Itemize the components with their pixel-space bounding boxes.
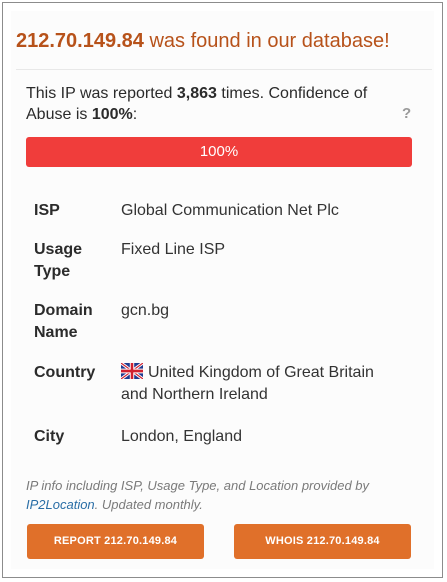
info-label: ISP — [34, 202, 60, 219]
country-name: United Kingdom of Great Britain and Nort… — [121, 364, 374, 403]
note-prefix: IP info including ISP, Usage Type, and L… — [26, 478, 370, 493]
report-ip-button[interactable]: REPORT 212.70.149.84 — [27, 524, 204, 559]
headline-suffix: was found in our database! — [143, 30, 390, 52]
report-end: : — [132, 106, 138, 123]
info-value: Fixed Line ISP — [121, 241, 226, 258]
info-value: London, England — [121, 428, 242, 445]
report-count: 3,863 — [176, 85, 217, 102]
confidence-bar: 100% — [26, 137, 412, 167]
info-value: Global Communication Net Plc — [121, 202, 339, 219]
confidence-value: 100% — [91, 106, 133, 123]
info-label: City — [34, 428, 65, 445]
info-label: Domain Name — [34, 302, 93, 341]
note-suffix: . Updated monthly. — [94, 497, 203, 512]
report-summary: This IP was reported 3,863 times. Confid… — [26, 83, 396, 125]
info-value: United Kingdom of Great Britain and Nort… — [121, 362, 401, 406]
result-headline: 212.70.149.84 was found in our database! — [16, 28, 426, 54]
divider — [16, 69, 432, 70]
uk-flag-icon — [121, 363, 143, 379]
report-prefix: This IP was reported — [26, 85, 177, 102]
ip2location-link[interactable]: IP2Location — [26, 497, 95, 512]
info-label: Country — [34, 364, 96, 381]
data-source-note: IP info including ISP, Usage Type, and L… — [26, 476, 416, 514]
confidence-bar-fill: 100% — [26, 137, 412, 167]
info-value: gcn.bg — [121, 302, 170, 319]
info-label: Usage Type — [34, 241, 83, 280]
help-icon[interactable]: ? — [402, 105, 411, 122]
headline-ip: 212.70.149.84 — [16, 30, 144, 52]
whois-button[interactable]: WHOIS 212.70.149.84 — [234, 524, 411, 559]
